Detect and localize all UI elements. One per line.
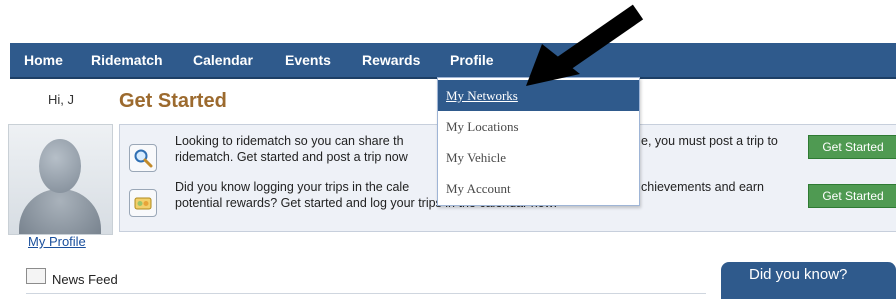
row1-text-line2: ridematch. Get started and post a trip n…: [175, 150, 408, 164]
top-nav-bar: Home Ridematch Calendar Events Rewards P…: [10, 43, 896, 79]
user-greeting: Hi, J: [48, 92, 74, 107]
news-feed-divider: [26, 293, 706, 294]
row2-text-line1: Did you know logging your trips in the c…: [175, 180, 410, 194]
nav-events[interactable]: Events: [285, 43, 331, 77]
did-you-know-title: Did you know?: [749, 266, 848, 283]
avatar-silhouette-head: [39, 139, 81, 193]
news-feed-label: News Feed: [52, 272, 118, 287]
avatar-silhouette-body: [19, 189, 101, 234]
nav-rewards[interactable]: Rewards: [362, 43, 420, 77]
nav-profile[interactable]: Profile: [450, 43, 494, 77]
row1-text-line1-end: e, you must post a trip to: [641, 134, 778, 148]
profile-dropdown-menu: My Networks My Locations My Vehicle My A…: [437, 77, 640, 206]
menu-item-my-vehicle[interactable]: My Vehicle: [438, 142, 639, 173]
get-started-ridematch-button[interactable]: Get Started: [808, 135, 896, 159]
row2-text-line1-end: chievements and earn: [641, 180, 764, 194]
menu-item-my-locations[interactable]: My Locations: [438, 111, 639, 142]
nav-home[interactable]: Home: [24, 43, 63, 77]
my-profile-link[interactable]: My Profile: [28, 234, 86, 249]
nav-calendar[interactable]: Calendar: [193, 43, 253, 77]
rewards-icon: [129, 189, 157, 217]
get-started-calendar-button[interactable]: Get Started: [808, 184, 896, 208]
avatar[interactable]: [8, 124, 113, 235]
magnifier-icon: [129, 144, 157, 172]
nav-ridematch[interactable]: Ridematch: [91, 43, 163, 77]
news-feed-icon: [26, 268, 46, 284]
pointer-arrow-icon: [526, 4, 644, 86]
page-title: Get Started: [119, 90, 227, 112]
menu-item-my-account[interactable]: My Account: [438, 173, 639, 204]
row1-text-line1: Looking to ridematch so you can share th: [175, 134, 404, 148]
